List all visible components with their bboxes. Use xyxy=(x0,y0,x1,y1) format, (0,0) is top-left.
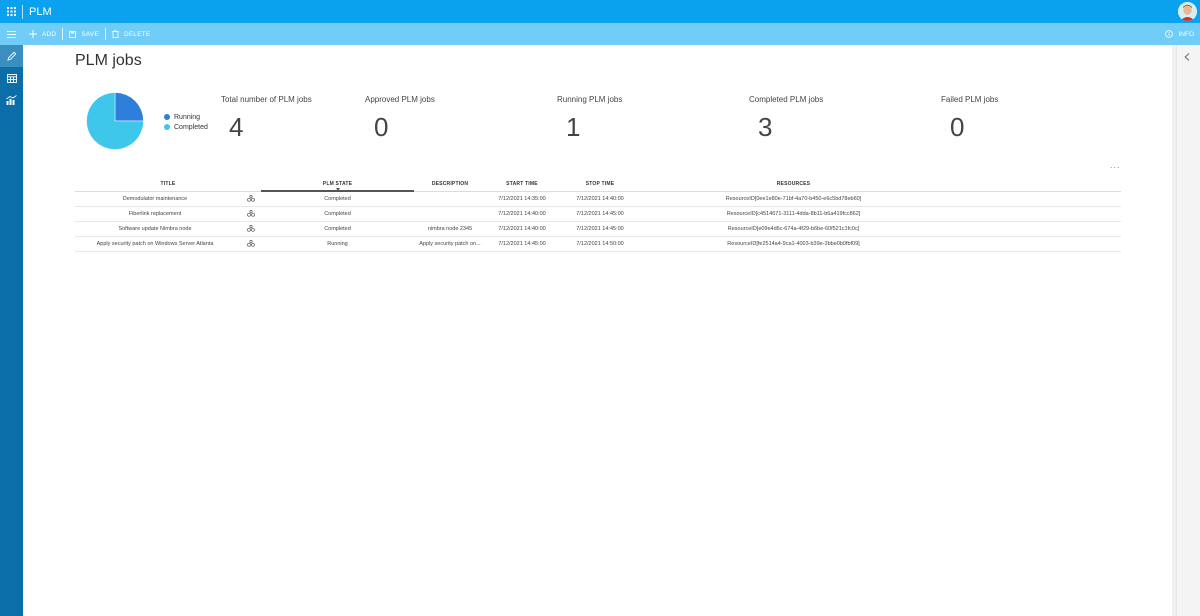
stat-value: 4 xyxy=(229,112,244,142)
sort-descending-icon xyxy=(336,188,340,191)
cell-plm-state: Running xyxy=(327,241,348,247)
legend-label: Running xyxy=(174,113,201,121)
stat-label: Running PLM jobs xyxy=(557,95,623,104)
stat-value: 3 xyxy=(758,112,773,142)
cell-description: nimbra node 2345 xyxy=(427,226,473,232)
legend-label: Completed xyxy=(174,123,208,131)
app-title: PLM xyxy=(29,5,52,18)
plm-state-pie-chart xyxy=(86,92,144,150)
stat-value: 0 xyxy=(950,112,965,142)
cell-plm-state: Completed xyxy=(324,226,351,232)
trash-icon xyxy=(112,30,119,38)
pencil-icon xyxy=(6,51,16,61)
resource-link-icon[interactable] xyxy=(246,195,256,204)
app-header: PLM xyxy=(0,0,1200,23)
cell-stop-time: 7/12/2021 14:45:00 xyxy=(576,226,624,232)
stat-total-jobs: Total number of PLM jobs 4 xyxy=(221,95,312,143)
legend-item-running[interactable]: Running xyxy=(164,112,208,122)
cell-start-time: 7/12/2021 14:35:00 xyxy=(498,196,546,202)
plm-jobs-table: TITLE PLM STATE DESCRIPTION START TIME S… xyxy=(75,176,1121,252)
rail-item-reports[interactable] xyxy=(0,89,23,111)
add-button-label: ADD xyxy=(42,30,57,38)
save-button-label: SAVE xyxy=(81,30,99,38)
cell-description: Apply security patch on... xyxy=(419,241,481,247)
pie-slice-running[interactable] xyxy=(114,92,144,122)
cell-resources: ResourceID[fe2514a4-9ca1-4003-b39e-3bbe0… xyxy=(727,241,860,247)
page-title: PLM jobs xyxy=(75,52,142,69)
save-icon xyxy=(69,30,77,38)
stat-value: 1 xyxy=(566,112,581,142)
cell-title: Fiberlink replacement xyxy=(128,211,182,217)
stat-label: Failed PLM jobs xyxy=(941,95,999,104)
legend-swatch xyxy=(164,114,170,120)
more-options-button[interactable]: ... xyxy=(1110,160,1121,170)
column-header-start-time[interactable]: START TIME xyxy=(486,181,558,187)
stat-label: Approved PLM jobs xyxy=(365,95,435,104)
stat-failed-jobs: Failed PLM jobs 0 xyxy=(941,95,998,143)
delete-button-label: DELETE xyxy=(124,30,151,38)
app-launcher-icon[interactable] xyxy=(0,0,22,23)
stat-label: Total number of PLM jobs xyxy=(221,95,312,104)
table-row[interactable]: Demodulator maintenance Completed 7/12/2… xyxy=(75,192,1121,207)
cell-title: Apply security patch on Windows Server A… xyxy=(96,241,214,247)
cell-resources: ResourceID[c4514671-3111-4dda-8b11-b6a41… xyxy=(726,211,861,217)
table-row[interactable]: Fiberlink replacement Completed 7/12/202… xyxy=(75,207,1121,222)
legend-item-completed[interactable]: Completed xyxy=(164,122,208,132)
column-header-stop-time[interactable]: STOP TIME xyxy=(558,181,642,187)
resource-link-icon[interactable] xyxy=(246,240,256,249)
cell-stop-time: 7/12/2021 14:45:00 xyxy=(576,211,624,217)
resource-link-icon[interactable] xyxy=(246,225,256,234)
column-header-resources[interactable]: RESOURCES xyxy=(642,181,945,187)
resource-link-icon[interactable] xyxy=(246,210,256,219)
column-header-title[interactable]: TITLE xyxy=(75,181,261,187)
hamburger-menu-icon[interactable] xyxy=(0,23,23,45)
save-button[interactable]: SAVE xyxy=(63,23,105,45)
delete-button[interactable]: DELETE xyxy=(106,23,157,45)
info-button-label: INFO xyxy=(1178,30,1194,38)
cell-start-time: 7/12/2021 14:45:00 xyxy=(498,241,546,247)
cell-resources: ResourceID[e09e4d6c-674a-4f29-b6be-60f52… xyxy=(727,226,860,232)
stat-value: 0 xyxy=(374,112,389,142)
plus-icon xyxy=(29,30,37,38)
stat-approved-jobs: Approved PLM jobs 0 xyxy=(365,95,435,143)
info-button[interactable]: INFO xyxy=(1165,23,1194,45)
cell-start-time: 7/12/2021 14:40:00 xyxy=(498,226,546,232)
stat-running-jobs: Running PLM jobs 1 xyxy=(557,95,622,143)
command-bar: ADD SAVE DELETE INFO xyxy=(0,23,1200,45)
calendar-icon xyxy=(6,74,17,83)
table-row[interactable]: Software update Nimbra node Completed ni… xyxy=(75,222,1121,237)
table-header: TITLE PLM STATE DESCRIPTION START TIME S… xyxy=(75,176,1121,192)
cell-stop-time: 7/12/2021 14:40:00 xyxy=(576,196,624,202)
column-header-plm-state[interactable]: PLM STATE xyxy=(261,181,414,187)
info-side-panel xyxy=(1176,45,1200,616)
user-avatar[interactable] xyxy=(1178,2,1197,21)
cell-plm-state: Completed xyxy=(324,211,351,217)
rail-item-calendar[interactable] xyxy=(0,67,23,89)
info-icon xyxy=(1165,30,1174,38)
left-navigation-rail xyxy=(0,45,23,616)
table-row[interactable]: Apply security patch on Windows Server A… xyxy=(75,237,1121,252)
cell-stop-time: 7/12/2021 14:50:00 xyxy=(576,241,624,247)
cell-title: Demodulator maintenance xyxy=(122,196,188,202)
cell-plm-state: Completed xyxy=(324,196,351,202)
column-header-description[interactable]: DESCRIPTION xyxy=(414,181,486,187)
add-button[interactable]: ADD xyxy=(23,23,62,45)
stat-completed-jobs: Completed PLM jobs 3 xyxy=(749,95,823,143)
cell-start-time: 7/12/2021 14:40:00 xyxy=(498,211,546,217)
stat-label: Completed PLM jobs xyxy=(749,95,824,104)
chevron-left-icon[interactable] xyxy=(1184,53,1190,61)
cell-title: Software update Nimbra node xyxy=(118,226,192,232)
legend-swatch xyxy=(164,124,170,130)
rail-item-edit[interactable] xyxy=(0,45,23,67)
pie-legend: Running Completed xyxy=(164,112,208,132)
chart-icon xyxy=(6,95,17,105)
header-divider xyxy=(22,4,23,19)
cell-resources: ResourceID[0ee1e80e-71bf-4a70-b450-e6c5b… xyxy=(725,196,862,202)
